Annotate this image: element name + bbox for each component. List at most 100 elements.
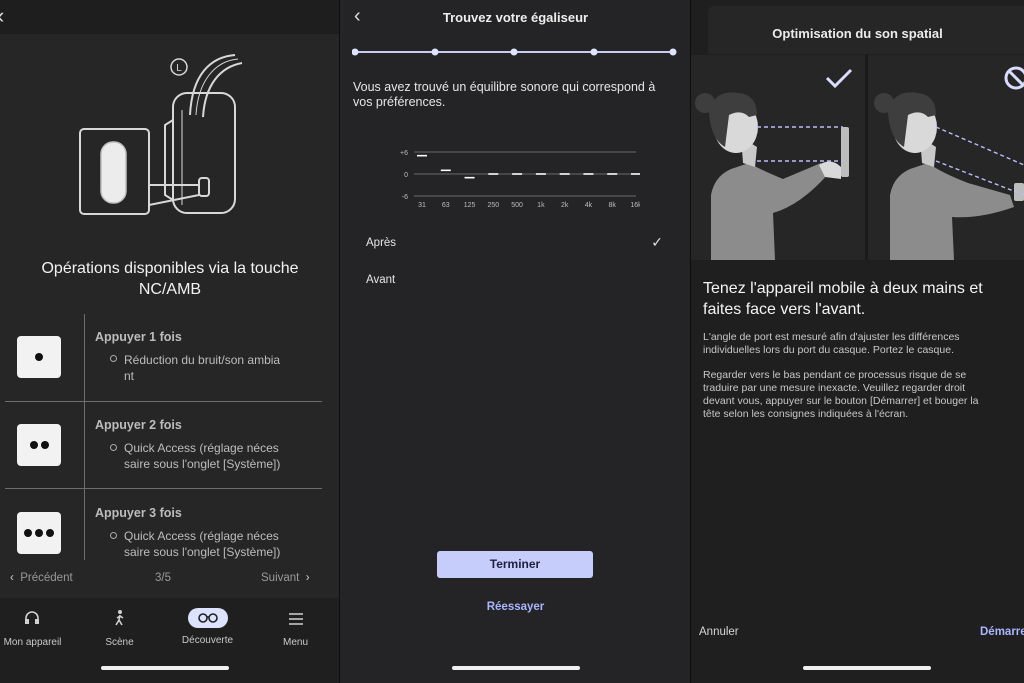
operation-title: Appuyer 1 fois [95,330,182,344]
option-after[interactable]: Après [366,237,396,249]
prohibited-icon [1004,66,1024,90]
x-tick-label: 4k [585,202,593,209]
heading-line: Tenez l'appareil mobile à deux mains et [703,280,983,297]
x-tick-label: 63 [442,202,450,209]
x-tick-label: 250 [487,202,499,209]
page-title: Opérations disponibles via la touche NC/… [0,258,340,300]
illustration-correct [691,55,865,260]
previous-label: Précédent [20,572,73,584]
message-line: Vous avez trouvé un équilibre sonore qui… [353,80,656,94]
x-tick-label: 125 [464,202,476,209]
description-line: Quick Access (réglage néces [124,441,279,455]
bullet-icon [110,532,117,539]
side-label: L [176,63,182,74]
paragraph-line: individuelles lors du port du casque. Po… [703,344,954,356]
paragraph-line: L'angle de port est mesuré afin d'ajuste… [703,331,960,343]
bullet-icon [110,355,117,362]
finish-button[interactable]: Terminer [437,551,593,578]
result-message: Vous avez trouvé un équilibre sonore qui… [353,80,683,110]
cancel-button[interactable]: Annuler [699,626,739,638]
headphone-illustration: L [79,54,243,215]
menu-icon [253,610,338,632]
paragraph-line: traduire par une mesure inexacte. Veuill… [703,382,966,394]
chevron-right-icon: › [305,572,310,584]
progress-step [510,48,518,56]
tab-label: Menu [282,637,308,648]
instruction-heading: Tenez l'appareil mobile à deux mains et … [703,278,1023,320]
previous-button[interactable]: ‹ Précédent [10,572,73,584]
option-before[interactable]: Avant [366,274,395,286]
progress-step [590,48,598,56]
home-indicator [803,666,931,670]
x-tick-label: 8k [609,202,617,209]
tab-label: Découverte [181,635,234,646]
tab-discovery[interactable]: Découverte [165,598,250,646]
progress-step [669,48,677,56]
progress-stepper [352,48,677,56]
y-tick-label: -6 [402,194,408,201]
operation-description: Quick Access (réglage néces saire sous l… [124,528,304,560]
description-line: saire sous l'onglet [Système]) [124,545,281,559]
description-line: saire sous l'onglet [Système]) [124,457,281,471]
table-divider [84,314,85,562]
checkmark-icon [825,68,853,89]
paragraph-line: devant vous, appuyer sur le bouton [Déma… [703,395,979,407]
y-tick-label: 0 [404,172,408,179]
tab-my-device[interactable]: Mon appareil [0,598,75,648]
key-icon-2-dots [17,424,61,466]
key-icon-3-dots [17,512,61,554]
page-title: Optimisation du son spatial [772,26,943,41]
title-line-2: NC/AMB [138,281,202,298]
binoculars-icon [165,608,250,630]
chevron-left-icon: ‹ [10,572,14,584]
operation-title: Appuyer 2 fois [95,418,182,432]
heading-line: faites face vers l'avant. [703,301,866,318]
next-label: Suivant [261,572,300,584]
paragraph-line: Regarder vers le bas pendant ce processu… [703,369,967,381]
bullet-icon [110,444,117,451]
operation-title: Appuyer 3 fois [95,506,182,520]
back-button[interactable]: ‹ [0,4,4,28]
home-indicator [452,666,580,670]
x-tick-label: 1k [537,202,545,209]
retry-button[interactable]: Réessayer [340,601,691,613]
illustration-incorrect [868,55,1024,260]
progress-step [352,48,359,56]
page-indicator: 3/5 [155,572,171,584]
home-indicator [101,666,229,670]
checkmark-icon: ✓ [651,234,663,250]
start-button[interactable]: Démarrer [980,626,1024,638]
equalizer-chart: +6 0 -6 31 63 125 250 500 1k 2k 4k 8k 16k [400,150,640,209]
title-line-1: Opérations disponibles via la touche [41,260,299,277]
top-bar: ‹ [0,0,340,34]
message-line: vos préférences. [353,95,446,109]
panel-equalizer: ‹ Trouvez votre égaliseur Vous avez trou… [340,0,691,683]
headphones-device-icon [0,610,75,632]
y-tick-label: +6 [400,150,408,157]
tab-scene[interactable]: Scène [77,598,162,648]
x-tick-label: 2k [561,202,569,209]
row-separator [5,488,322,489]
header: ‹ Trouvez votre égaliseur [340,0,691,36]
x-tick-label: 16k [630,202,640,209]
tab-menu[interactable]: Menu [253,598,338,648]
walking-person-icon [77,610,162,632]
x-tick-label: 31 [418,202,426,209]
description-line: Réduction du bruit/son ambia [124,353,281,367]
row-separator [5,401,322,402]
pager-bar: ‹ Précédent 3/5 Suivant › [0,560,340,598]
operation-description: Quick Access (réglage néces saire sous l… [124,440,304,472]
operation-description: Réduction du bruit/son ambia nt [124,352,304,384]
page-title: Trouvez votre égaliseur [442,10,589,25]
bottom-tab-bar: Mon appareil Scène Découverte Menu [0,598,340,683]
x-tick-label: 500 [511,202,523,209]
instruction-paragraph-2: Regarder vers le bas pendant ce processu… [703,369,1023,421]
tab-label: Mon appareil [3,637,62,648]
next-button[interactable]: Suivant › [261,572,310,584]
instruction-paragraph-1: L'angle de port est mesuré afin d'ajuste… [703,331,1023,357]
panel-spatial-sound: Optimisation du son spatial Tenez l'appa… [691,0,1024,683]
illustration-divider [865,55,868,260]
description-line: Quick Access (réglage néces [124,529,279,543]
tab-label: Scène [105,637,134,648]
key-icon-1-dot [17,336,61,378]
